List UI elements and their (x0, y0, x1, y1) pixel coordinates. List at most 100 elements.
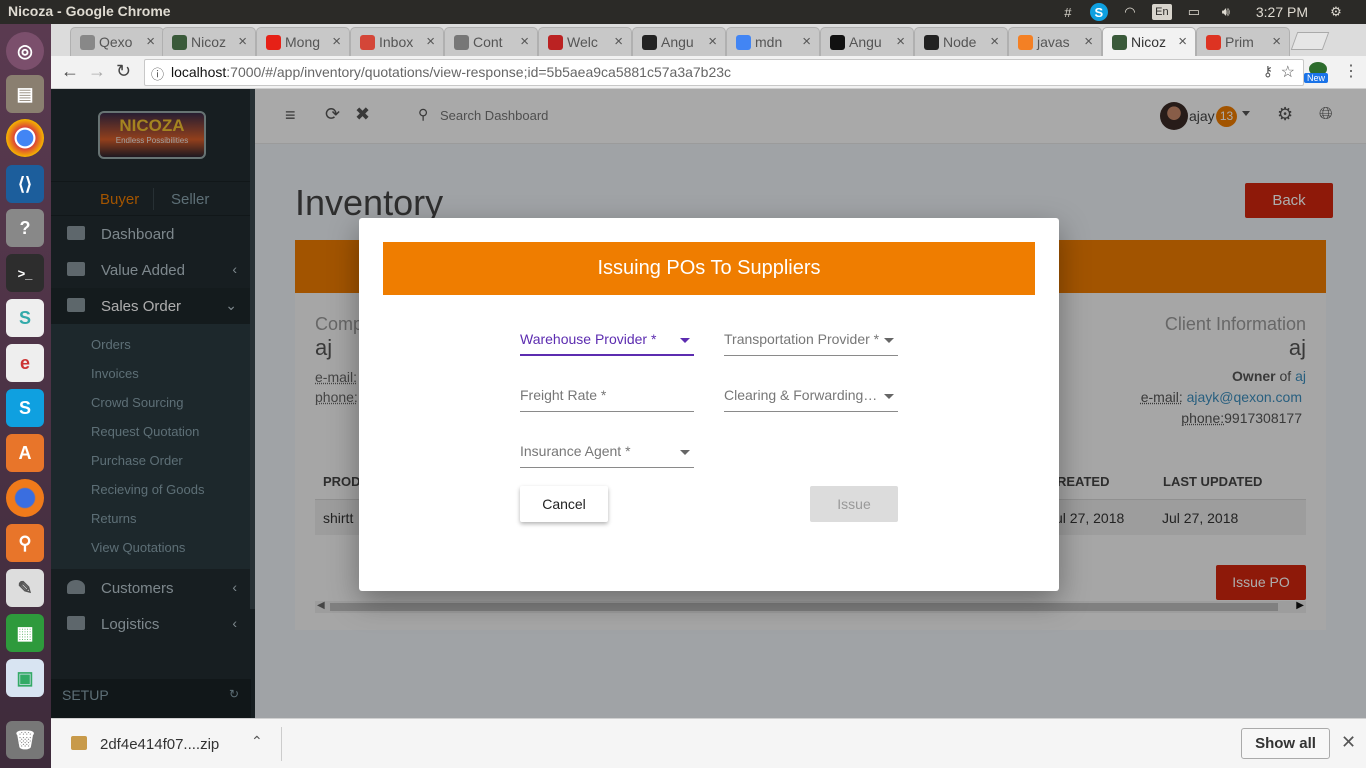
help-icon[interactable]: ? (6, 209, 44, 247)
slack-tray-icon[interactable]: # (1058, 3, 1078, 21)
tab-label: Cont (473, 34, 503, 50)
browser-toolbar: ← → ↻ ⓘ localhost:7000/#/app/inventory/q… (51, 56, 1366, 89)
software-center-icon[interactable]: A (6, 434, 44, 472)
battery-icon[interactable]: ▭ (1184, 3, 1204, 21)
tab-favicon-icon (1206, 35, 1221, 50)
key-icon[interactable]: ⚷ (1263, 63, 1273, 80)
tab-close-icon[interactable]: × (708, 33, 717, 50)
browser-tab[interactable]: Nicoz × (162, 27, 256, 56)
sidebar-backdrop[interactable] (51, 89, 255, 718)
tab-label: Nicoz (1131, 34, 1167, 50)
freight-rate-label: Freight Rate * (520, 387, 607, 403)
firefox-icon[interactable] (6, 479, 44, 517)
tab-favicon-icon (548, 35, 563, 50)
tab-close-icon[interactable]: × (146, 33, 155, 50)
terminal-icon[interactable]: >_ (6, 254, 44, 292)
cancel-button[interactable]: Cancel (520, 486, 608, 522)
site-info-icon[interactable]: ⓘ (151, 64, 164, 83)
address-bar[interactable]: ⓘ localhost:7000/#/app/inventory/quotati… (144, 59, 1304, 86)
tab-favicon-icon (1018, 35, 1033, 50)
freight-rate-input[interactable]: Freight Rate * (520, 382, 694, 412)
insurance-agent-label: Insurance Agent * (520, 443, 631, 459)
gedit-icon[interactable]: ✎ (6, 569, 44, 607)
browser-tab[interactable]: Qexo × (70, 27, 164, 56)
warehouse-provider-select[interactable]: Warehouse Provider * (520, 326, 694, 356)
tab-label: Prim (1225, 34, 1254, 50)
chevron-up-icon[interactable]: ⌃ (251, 733, 263, 750)
new-tab-button[interactable] (1290, 32, 1330, 50)
trash-icon[interactable]: 🗑︎ (6, 721, 44, 759)
tab-label: Angu (849, 34, 882, 50)
slack-icon[interactable]: S (6, 299, 44, 337)
chrome-icon[interactable] (6, 119, 44, 157)
bookmark-star-icon[interactable]: ☆ (1281, 62, 1295, 82)
tab-favicon-icon (80, 35, 95, 50)
browser-tab[interactable]: mdn × (726, 27, 820, 56)
spreadsheet-icon[interactable]: ▦ (6, 614, 44, 652)
tab-close-icon[interactable]: × (238, 33, 247, 50)
volume-icon[interactable]: 🔊︎ (1216, 3, 1236, 21)
files-icon[interactable]: ▤ (6, 75, 44, 113)
forward-arrow-icon[interactable]: → (88, 61, 106, 82)
browser-tab[interactable]: Node × (914, 27, 1008, 56)
clearing-forwarding-label: Clearing & Forwarding Agent * (724, 387, 898, 403)
browser-tab[interactable]: Angu × (820, 27, 914, 56)
tab-label: Nicoz (191, 34, 227, 50)
tab-close-icon[interactable]: × (1272, 33, 1281, 50)
browser-tab[interactable]: Angu × (632, 27, 726, 56)
browser-tab[interactable]: Mong × (256, 27, 350, 56)
tab-close-icon[interactable]: × (1178, 33, 1187, 50)
browser-tab[interactable]: Cont × (444, 27, 538, 56)
chrome-menu-icon[interactable]: ⋮ (1343, 61, 1359, 81)
tab-favicon-icon (266, 35, 281, 50)
os-top-panel: Nicoza - Google Chrome # S ◠ En ▭ 🔊︎ 3:2… (0, 0, 1366, 24)
clearing-forwarding-select[interactable]: Clearing & Forwarding Agent * (724, 382, 898, 412)
tab-close-icon[interactable]: × (896, 33, 905, 50)
text-editor-icon[interactable]: e (6, 344, 44, 382)
tab-label: Qexo (99, 34, 133, 50)
tab-favicon-icon (454, 35, 469, 50)
tab-favicon-icon (642, 35, 657, 50)
show-all-button[interactable]: Show all (1241, 728, 1330, 759)
url-path: :7000/#/app/inventory/quotations/view-re… (226, 64, 732, 80)
document-viewer-icon[interactable]: ▣ (6, 659, 44, 697)
reload-icon[interactable]: ↻ (116, 61, 131, 82)
tab-close-icon[interactable]: × (426, 33, 435, 50)
tab-close-icon[interactable]: × (614, 33, 623, 50)
back-arrow-icon[interactable]: ← (61, 61, 79, 82)
tab-close-icon[interactable]: × (332, 33, 341, 50)
dialog-title: Issuing POs To Suppliers (383, 242, 1035, 295)
tab-close-icon[interactable]: × (990, 33, 999, 50)
keyboard-language-indicator[interactable]: En (1151, 4, 1172, 20)
skype-icon[interactable]: S (6, 389, 44, 427)
ubuntu-dash-icon[interactable]: ◎ (6, 32, 44, 70)
clock[interactable]: 3:27 PM (1256, 4, 1308, 20)
tab-close-icon[interactable]: × (802, 33, 811, 50)
power-gear-icon[interactable]: ⚙ (1326, 3, 1346, 21)
vscode-icon[interactable]: ⟨⟩ (6, 165, 44, 203)
wifi-icon[interactable]: ◠ (1120, 3, 1140, 21)
browser-tab[interactable]: Prim × (1196, 27, 1290, 56)
postman-icon[interactable]: ⚲ (6, 524, 44, 562)
close-icon[interactable]: ✕ (1341, 732, 1356, 753)
insurance-agent-select[interactable]: Insurance Agent * (520, 438, 694, 468)
browser-tab[interactable]: javas × (1008, 27, 1102, 56)
window-title: Nicoza - Google Chrome (8, 3, 171, 19)
tab-close-icon[interactable]: × (1084, 33, 1093, 50)
tab-label: Angu (661, 34, 694, 50)
transportation-provider-select[interactable]: Transportation Provider * (724, 326, 898, 356)
tab-label: Mong (285, 34, 321, 50)
tab-favicon-icon (830, 35, 845, 50)
system-tray: # S ◠ En ▭ 🔊︎ 3:27 PM ⚙ (1058, 3, 1346, 21)
caret-down-icon (680, 338, 690, 343)
browser-tab[interactable]: Welc × (538, 27, 632, 56)
browser-tab[interactable]: Nicoz × (1102, 27, 1196, 56)
browser-tab[interactable]: Inbox × (350, 27, 444, 56)
issue-button[interactable]: Issue (810, 486, 898, 522)
skype-tray-icon[interactable]: S (1089, 3, 1108, 21)
archive-icon (71, 736, 87, 750)
download-filename[interactable]: 2df4e414f07....zip (100, 736, 219, 753)
tab-label: javas (1037, 34, 1070, 50)
tab-close-icon[interactable]: × (520, 33, 529, 50)
tab-favicon-icon (360, 35, 375, 50)
